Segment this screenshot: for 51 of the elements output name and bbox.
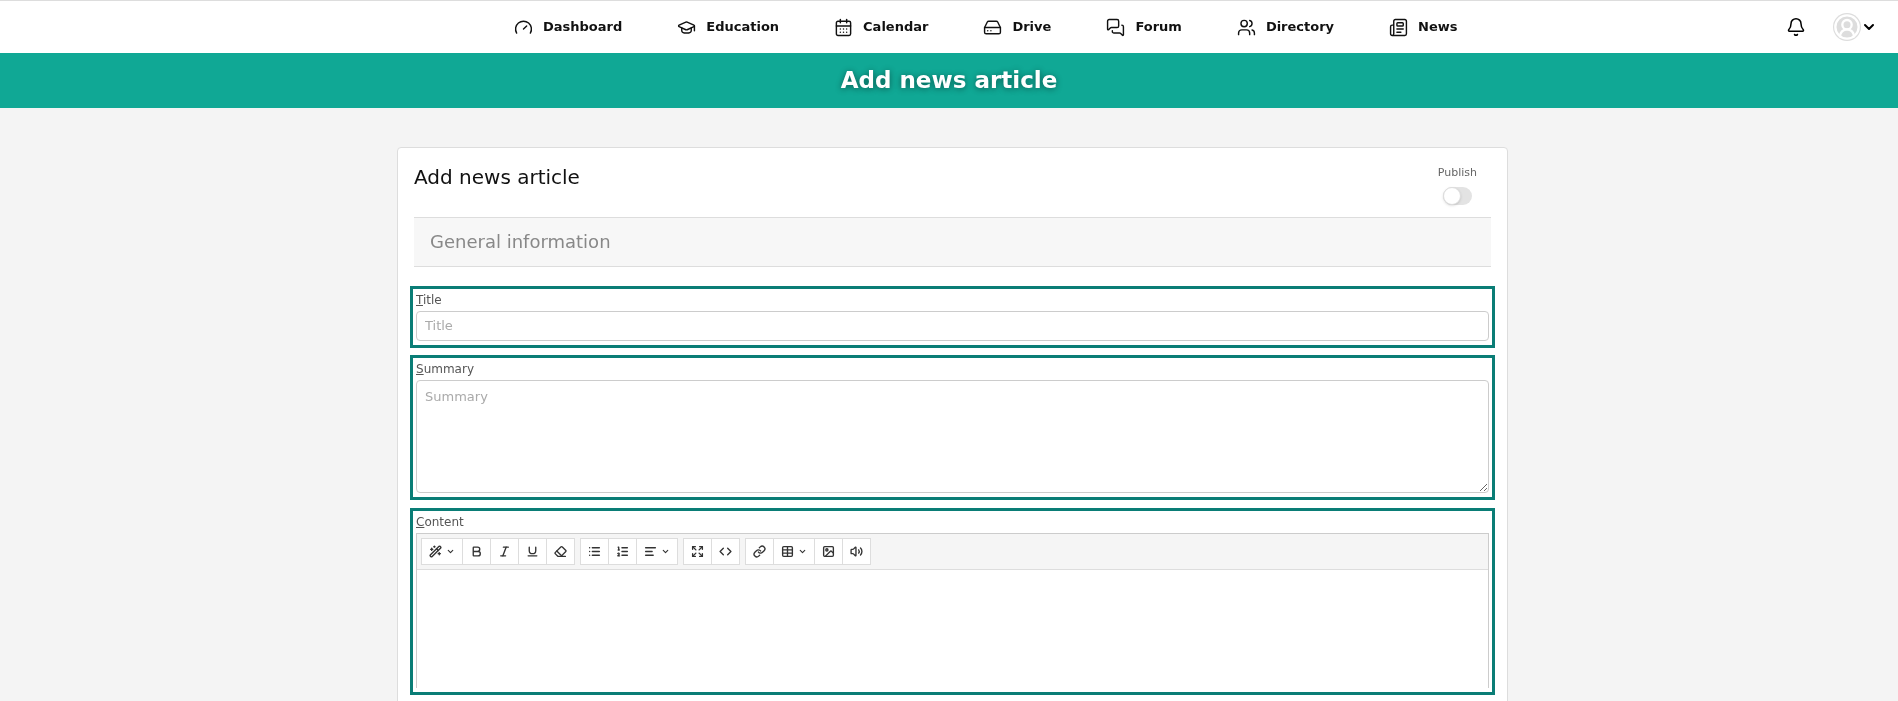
bullet-list-icon bbox=[588, 544, 601, 558]
bold-icon bbox=[470, 544, 483, 558]
toolbar-button[interactable] bbox=[518, 537, 547, 565]
gauge-icon bbox=[514, 17, 533, 37]
table-icon bbox=[781, 544, 794, 558]
calendar-icon bbox=[834, 17, 854, 37]
align-icon bbox=[644, 544, 657, 558]
nav-link[interactable]: Dashboard bbox=[514, 17, 623, 37]
magic-wand-icon bbox=[429, 544, 442, 558]
toolbar-button[interactable] bbox=[421, 537, 463, 565]
nav-link[interactable]: Drive bbox=[983, 17, 1052, 37]
italic-icon bbox=[498, 544, 511, 558]
publish-label: Publish bbox=[1437, 165, 1477, 181]
toolbar-button[interactable] bbox=[842, 537, 871, 565]
toolbar-button[interactable] bbox=[636, 537, 678, 565]
toolbar-button[interactable] bbox=[580, 537, 609, 565]
link-icon bbox=[753, 544, 766, 558]
card-title: Add news article bbox=[414, 164, 580, 191]
chat-bubbles-icon bbox=[1106, 17, 1126, 37]
toolbar-button[interactable] bbox=[711, 537, 740, 565]
toolbar-button[interactable] bbox=[546, 537, 575, 565]
toolbar-button[interactable] bbox=[745, 537, 774, 565]
summary-textarea[interactable]: Summary bbox=[416, 379, 1489, 493]
title-input[interactable]: Title bbox=[416, 310, 1489, 341]
field-label: Summary bbox=[416, 360, 475, 377]
section-title: General information bbox=[430, 230, 611, 254]
newspaper-icon bbox=[1389, 17, 1409, 37]
toolbar-button[interactable] bbox=[462, 537, 491, 565]
publish-toggle[interactable] bbox=[1442, 186, 1472, 205]
speaker-icon bbox=[850, 544, 863, 558]
nav-link[interactable]: Directory bbox=[1236, 17, 1335, 37]
user-silhouette-icon bbox=[1833, 13, 1861, 41]
underline-icon bbox=[526, 544, 539, 558]
eraser-icon bbox=[554, 544, 567, 558]
notification-bell-icon[interactable] bbox=[1786, 17, 1806, 37]
fullscreen-icon bbox=[691, 544, 704, 558]
banner-title: Add news article bbox=[840, 66, 1058, 96]
nav-link[interactable]: Forum bbox=[1106, 17, 1182, 37]
picture-icon bbox=[822, 544, 835, 558]
toolbar-button[interactable] bbox=[608, 537, 637, 565]
nav-link[interactable]: News bbox=[1389, 17, 1458, 37]
users-icon bbox=[1236, 17, 1256, 37]
field-label: Title bbox=[416, 291, 443, 308]
field-label: Content bbox=[416, 513, 465, 530]
nav-link[interactable]: Calendar bbox=[834, 17, 929, 37]
toolbar-button[interactable] bbox=[683, 537, 712, 565]
toolbar-button[interactable] bbox=[814, 537, 843, 565]
numbered-list-icon bbox=[616, 544, 629, 558]
nav-link[interactable]: Education bbox=[677, 17, 780, 37]
toolbar-button[interactable] bbox=[773, 537, 815, 565]
drive-icon bbox=[983, 17, 1003, 37]
